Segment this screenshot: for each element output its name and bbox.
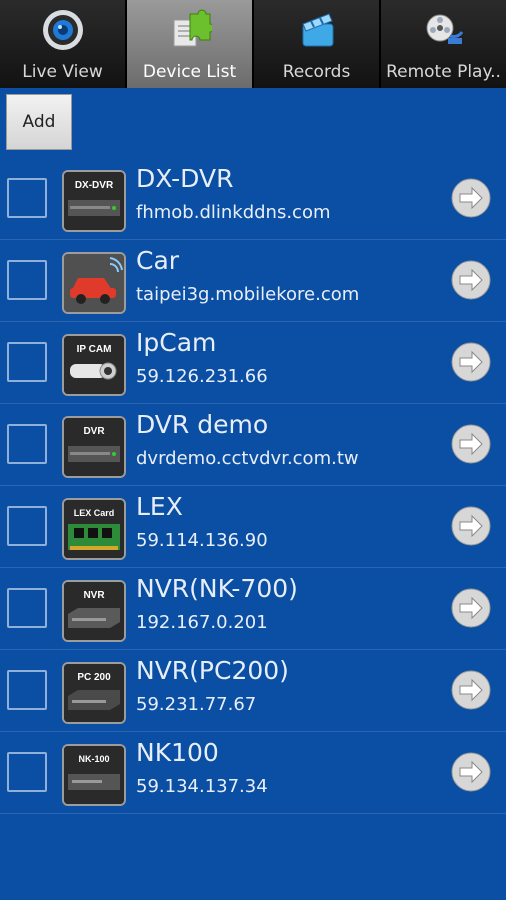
add-button[interactable]: Add xyxy=(6,94,72,150)
device-address: 59.114.136.90 xyxy=(136,530,268,551)
device-name: LEX xyxy=(136,492,183,521)
tab-records[interactable]: Records xyxy=(254,0,381,88)
list-item[interactable]: DX-DVR DX-DVR fhmob.dlinkddns.com xyxy=(0,158,506,240)
clapperboard-icon xyxy=(301,13,333,47)
tab-label: Live View xyxy=(22,62,103,82)
tab-label: Records xyxy=(282,62,351,82)
puzzle-icon xyxy=(173,9,212,47)
select-checkbox[interactable] xyxy=(7,670,47,710)
select-checkbox[interactable] xyxy=(7,506,47,546)
thumb-label: DX-DVR xyxy=(75,180,114,191)
toolbar: Add xyxy=(0,88,506,158)
tab-bar: Live View Device List Records Remote Pla… xyxy=(0,0,506,88)
thumb-label: IP CAM xyxy=(77,344,112,355)
select-checkbox[interactable] xyxy=(7,260,47,300)
select-checkbox[interactable] xyxy=(7,342,47,382)
dvr-icon: DX-DVR xyxy=(62,170,126,232)
device-name: DX-DVR xyxy=(136,164,234,193)
arrow-right-icon[interactable] xyxy=(451,506,491,546)
nvr-icon: PC 200 xyxy=(62,662,126,724)
list-item[interactable]: LEX Card LEX 59.114.136.90 xyxy=(0,486,506,568)
tab-live-view[interactable]: Live View xyxy=(0,0,127,88)
ip-camera-icon: IP CAM xyxy=(62,334,126,396)
arrow-right-icon[interactable] xyxy=(451,342,491,382)
list-item[interactable]: PC 200 NVR(PC200) 59.231.77.67 xyxy=(0,650,506,732)
device-name: DVR demo xyxy=(136,410,269,439)
arrow-right-icon[interactable] xyxy=(451,588,491,628)
thumb-label: PC 200 xyxy=(77,672,111,683)
nvr-icon: NVR xyxy=(62,580,126,642)
arrow-right-icon[interactable] xyxy=(451,424,491,464)
tab-remote-playback[interactable]: Remote Play.. xyxy=(381,0,506,88)
list-item[interactable]: NK-100 NK100 59.134.137.34 xyxy=(0,732,506,814)
thumb-label: LEX Card xyxy=(74,508,115,518)
device-address: 59.134.137.34 xyxy=(136,776,268,797)
tab-device-list[interactable]: Device List xyxy=(127,0,254,88)
device-address: 59.231.77.67 xyxy=(136,694,257,715)
device-name: NVR(PC200) xyxy=(136,656,289,685)
arrow-right-icon[interactable] xyxy=(451,752,491,792)
device-address: taipei3g.mobilekore.com xyxy=(136,284,360,305)
device-name: NK100 xyxy=(136,738,219,767)
thumb-label: NVR xyxy=(83,590,105,601)
device-address: 192.167.0.201 xyxy=(136,612,268,633)
thumb-label: DVR xyxy=(83,426,105,437)
device-address: fhmob.dlinkddns.com xyxy=(136,202,331,223)
list-item[interactable]: DVR DVR demo dvrdemo.cctvdvr.com.tw xyxy=(0,404,506,486)
tab-label: Remote Play.. xyxy=(386,62,501,82)
tab-label: Device List xyxy=(142,62,237,82)
device-address: 59.126.231.66 xyxy=(136,366,268,387)
arrow-right-icon[interactable] xyxy=(451,178,491,218)
arrow-right-icon[interactable] xyxy=(451,670,491,710)
film-reel-icon xyxy=(426,14,463,44)
device-address: dvrdemo.cctvdvr.com.tw xyxy=(136,448,359,469)
camera-lens-icon xyxy=(42,10,83,50)
select-checkbox[interactable] xyxy=(7,424,47,464)
select-checkbox[interactable] xyxy=(7,752,47,792)
capture-card-icon: LEX Card xyxy=(62,498,126,560)
list-item[interactable]: Car taipei3g.mobilekore.com xyxy=(0,240,506,322)
arrow-right-icon[interactable] xyxy=(451,260,491,300)
list-item[interactable]: NVR NVR(NK-700) 192.167.0.201 xyxy=(0,568,506,650)
nvr-icon: NK-100 xyxy=(62,744,126,806)
thumb-label: NK-100 xyxy=(78,754,109,764)
device-name: NVR(NK-700) xyxy=(136,574,298,603)
car-icon xyxy=(62,252,126,314)
dvr-icon: DVR xyxy=(62,416,126,478)
list-item[interactable]: IP CAM IpCam 59.126.231.66 xyxy=(0,322,506,404)
select-checkbox[interactable] xyxy=(7,178,47,218)
select-checkbox[interactable] xyxy=(7,588,47,628)
device-name: IpCam xyxy=(136,328,217,357)
device-name: Car xyxy=(136,246,180,275)
device-list: DX-DVR DX-DVR fhmob.dlinkddns.com Car ta… xyxy=(0,158,506,814)
